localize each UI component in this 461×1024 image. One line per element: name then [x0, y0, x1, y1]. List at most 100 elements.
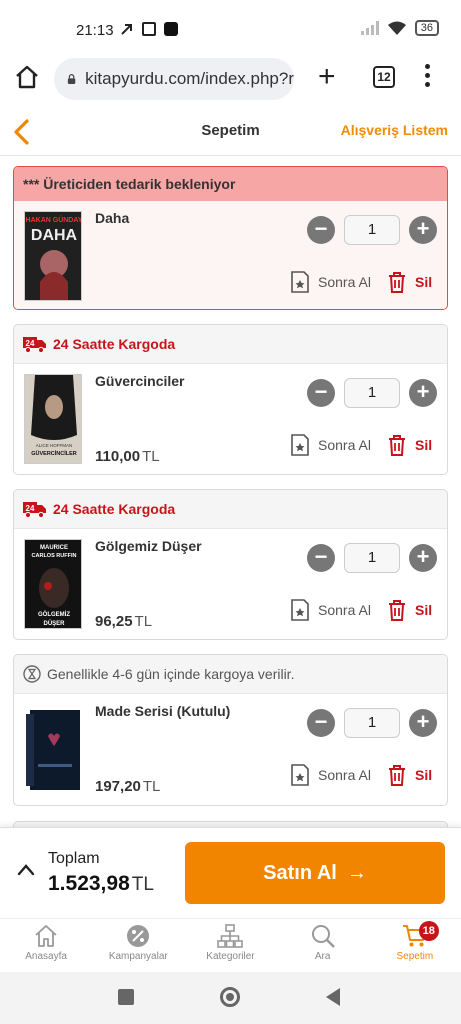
delete-button[interactable]: Sil — [387, 599, 432, 621]
cart-item: *** Üreticiden tedarik bekleniyor HAKAN … — [13, 166, 448, 310]
price-currency: TL — [142, 778, 161, 795]
app-notification-icon — [164, 22, 178, 36]
nav-item-home[interactable]: Anasayfa — [0, 919, 92, 972]
increase-qty-button[interactable]: + — [409, 709, 437, 737]
home-icon — [35, 925, 57, 947]
book-title[interactable]: Güvercinciler — [95, 373, 185, 389]
decrease-qty-button[interactable]: − — [307, 709, 335, 737]
browser-menu-button[interactable] — [425, 64, 431, 87]
search-icon — [311, 925, 335, 948]
book-title[interactable]: Daha — [95, 210, 129, 226]
trash-icon — [389, 272, 405, 293]
svg-text:DAHA: DAHA — [31, 227, 78, 244]
svg-text:DÜŞER: DÜŞER — [43, 620, 65, 627]
status-time: 21:13 — [76, 22, 114, 39]
qty-field[interactable]: 1 — [344, 708, 400, 738]
book-cover[interactable]: MAURICE CARLOS RUFFIN GÖLGEMİZ DÜŞER — [24, 539, 82, 629]
delete-label: Sil — [415, 274, 433, 290]
arrow-right-icon: → — [346, 861, 367, 884]
system-nav-bar — [0, 972, 461, 1024]
book-cover[interactable] — [24, 704, 82, 794]
increase-qty-button[interactable]: + — [409, 216, 437, 244]
save-for-later-button[interactable]: Sonra Al — [290, 271, 371, 293]
bookmark-star-icon — [291, 764, 309, 786]
buy-button[interactable]: Satın Al → — [185, 842, 445, 904]
checkout-bar: Toplam 1.523,98 TL Satın Al → — [0, 827, 461, 918]
browser-home-button[interactable] — [14, 64, 40, 90]
save-for-later-button[interactable]: Sonra Al — [290, 599, 371, 621]
wishlist-link[interactable]: Alışveriş Listem — [341, 122, 448, 138]
expand-summary-button[interactable] — [16, 862, 36, 878]
nav-item-categories[interactable]: Kategoriler — [184, 919, 276, 972]
wifi-icon — [387, 21, 406, 35]
trash-icon — [389, 765, 405, 786]
sitemap-icon — [217, 924, 244, 948]
shipping-notice: 24 24 Saatte Kargoda — [14, 325, 447, 363]
nav-item-campaigns[interactable]: Kampanyalar — [92, 919, 184, 972]
cart-item: 24 24 Saatte Kargoda ALICE HOFFMAN GÜVER… — [13, 324, 448, 475]
decrease-qty-button[interactable]: − — [307, 216, 335, 244]
svg-text:24: 24 — [26, 504, 35, 513]
save-for-later-label: Sonra Al — [318, 767, 371, 783]
delete-button[interactable]: Sil — [387, 434, 432, 456]
hourglass-icon — [23, 665, 41, 683]
browser-toolbar: kitapyurdu.com/index.php?r + 12 — [0, 58, 461, 108]
save-for-later-label: Sonra Al — [318, 602, 371, 618]
cart-list: *** Üreticiden tedarik bekleniyor HAKAN … — [0, 157, 461, 827]
url-text: kitapyurdu.com/index.php?r — [85, 69, 294, 88]
qty-field[interactable]: 1 — [344, 378, 400, 408]
delete-button[interactable]: Sil — [387, 764, 432, 786]
qty-field[interactable]: 1 — [344, 543, 400, 573]
book-title[interactable]: Made Serisi (Kutulu) — [95, 703, 230, 719]
supply-notice: *** Üreticiden tedarik bekleniyor — [14, 167, 447, 201]
delete-button[interactable]: Sil — [387, 271, 432, 293]
nav-label: Sepetim — [396, 951, 434, 962]
nav-label: Kampanyalar — [108, 951, 168, 962]
shipping-notice-label: 24 Saatte Kargoda — [53, 501, 176, 517]
cart-item: 24 24 Saatte Kargoda MAURICE CARLOS RUFF… — [13, 489, 448, 640]
book-title[interactable]: Gölgemiz Düşer — [95, 538, 202, 554]
price: 110,00 TL — [95, 448, 160, 465]
price-currency: TL — [134, 613, 153, 630]
nav-item-search[interactable]: Ara — [277, 919, 369, 972]
new-tab-button[interactable]: + — [318, 60, 336, 94]
total-label: Toplam — [48, 850, 100, 867]
home-icon — [16, 65, 38, 89]
address-bar[interactable]: kitapyurdu.com/index.php?r — [54, 58, 294, 100]
increase-qty-button[interactable]: + — [409, 544, 437, 572]
save-for-later-button[interactable]: Sonra Al — [290, 764, 371, 786]
qty-field[interactable]: 1 — [344, 215, 400, 245]
svg-text:ALICE HOFFMAN: ALICE HOFFMAN — [36, 443, 73, 448]
decrease-qty-button[interactable]: − — [307, 544, 335, 572]
cart-item: Genellikle 4-6 gün içinde kargoya verili… — [13, 654, 448, 806]
chevron-up-icon — [17, 864, 35, 876]
delete-label: Sil — [415, 767, 433, 783]
recents-button[interactable] — [118, 989, 134, 1005]
book-cover[interactable]: ALICE HOFFMAN GÜVERCİNCİLER — [24, 374, 82, 464]
decrease-qty-button[interactable]: − — [307, 379, 335, 407]
increase-qty-button[interactable]: + — [409, 379, 437, 407]
back-button[interactable] — [10, 118, 34, 146]
price: 96,25 TL — [95, 613, 152, 630]
buy-button-label: Satın Al — [263, 861, 337, 884]
system-back-button[interactable] — [326, 988, 340, 1006]
svg-text:GÜVERCİNCİLER: GÜVERCİNCİLER — [31, 450, 77, 457]
bookmark-star-icon — [291, 599, 309, 621]
shipping-notice-label: 24 Saatte Kargoda — [53, 336, 176, 352]
nav-item-cart[interactable]: 18 Sepetim — [369, 919, 461, 972]
total-amount: 1.523,98 TL — [48, 872, 154, 896]
chevron-left-icon — [14, 119, 29, 145]
system-home-button[interactable] — [220, 987, 240, 1007]
svg-text:HAKAN GÜNDAY: HAKAN GÜNDAY — [26, 215, 82, 224]
shipping-notice: 24 24 Saatte Kargoda — [14, 490, 447, 528]
price-value: 197,20 — [95, 778, 141, 795]
tab-switcher-button[interactable]: 12 — [373, 66, 395, 88]
upload-icon — [142, 22, 156, 36]
save-for-later-label: Sonra Al — [318, 437, 371, 453]
save-for-later-button[interactable]: Sonra Al — [290, 434, 371, 456]
truck-24h-icon: 24 — [23, 337, 46, 353]
delete-label: Sil — [415, 437, 433, 453]
book-cover[interactable]: HAKAN GÜNDAY DAHA — [24, 211, 82, 301]
bottom-nav: Anasayfa Kampanyalar Kategoriler Ara 18 … — [0, 918, 461, 972]
price-currency: TL — [142, 448, 160, 465]
